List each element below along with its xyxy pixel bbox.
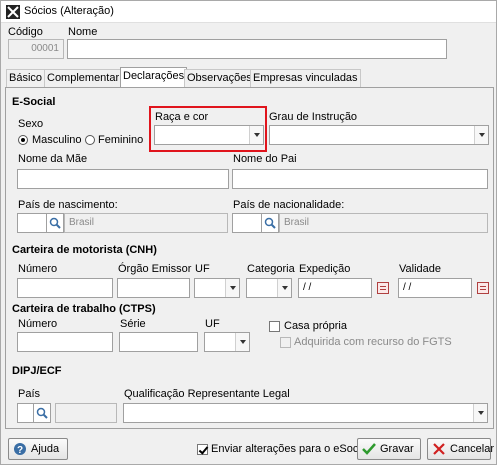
help-icon: ?	[14, 443, 26, 456]
gravar-button[interactable]: Gravar	[357, 438, 421, 460]
cnh-expedicao-field[interactable]: / /	[298, 278, 372, 298]
tab-complementar[interactable]: Complementar	[44, 69, 123, 87]
title-bar: Sócios (Alteração)	[1, 1, 496, 23]
search-icon	[36, 407, 48, 419]
casa-propria-label: Casa própria	[284, 320, 347, 332]
grau-instrucao-select[interactable]	[269, 125, 489, 145]
pais-nacionalidade-search-button[interactable]	[262, 213, 279, 233]
chevron-down-icon	[225, 279, 239, 297]
codigo-field: 00001	[8, 39, 64, 59]
ajuda-button[interactable]: ? Ajuda	[8, 438, 68, 460]
nome-pai-field[interactable]	[232, 169, 488, 189]
tab-basico[interactable]: Básico	[6, 69, 46, 87]
pais-nascimento-code[interactable]	[17, 213, 47, 233]
cnh-section-title: Carteira de motorista (CNH)	[12, 244, 157, 256]
sexo-masculino-label: Masculino	[32, 134, 82, 146]
calendar-icon[interactable]	[377, 282, 389, 294]
ctps-numero-label: Número	[18, 318, 58, 330]
ajuda-label: Ajuda	[31, 443, 60, 455]
codigo-label: Código	[8, 26, 43, 38]
nome-label: Nome	[68, 26, 98, 38]
tab-declaracoes[interactable]: Declarações	[120, 67, 188, 87]
chevron-down-icon	[235, 333, 249, 351]
window-title: Sócios (Alteração)	[24, 5, 114, 17]
cnh-validade-field[interactable]: / /	[398, 278, 472, 298]
cnh-validade-label: Validade	[399, 263, 441, 275]
dipj-pais-name	[55, 403, 117, 423]
svg-text:?: ?	[17, 445, 23, 456]
pais-nascimento-search-button[interactable]	[47, 213, 64, 233]
dialog-window: Sócios (Alteração) Código 00001 Nome Bás…	[0, 0, 497, 465]
sexo-label: Sexo	[18, 118, 44, 130]
enviar-esocial-checkbox[interactable]	[197, 444, 208, 455]
dipj-pais-search-button[interactable]	[34, 403, 51, 423]
ctps-section-title: Carteira de trabalho (CTPS)	[12, 303, 156, 315]
qualificacao-select[interactable]	[123, 403, 488, 423]
cnh-uf-label: UF	[195, 263, 210, 275]
nome-pai-label: Nome do Pai	[233, 153, 297, 165]
chevron-down-icon	[473, 404, 487, 422]
enviar-esocial-label: Enviar alterações para o eSocial	[211, 443, 370, 455]
cnh-categoria-select[interactable]	[246, 278, 292, 298]
tab-empresas-vinculadas[interactable]: Empresas vinculadas	[250, 69, 361, 87]
cnh-orgao-field[interactable]	[117, 278, 190, 298]
fgts-label: Adquirida com recurso do FGTS	[294, 336, 452, 348]
pais-nascimento-name: Brasil	[64, 213, 228, 233]
chevron-down-icon	[474, 126, 488, 144]
cnh-orgao-label: Órgão Emissor	[118, 263, 192, 275]
esocial-section-title: E-Social	[12, 96, 56, 108]
pais-nacionalidade-code[interactable]	[232, 213, 262, 233]
sexo-masculino-radio[interactable]	[18, 135, 28, 145]
ctps-numero-field[interactable]	[17, 332, 113, 352]
nome-mae-field[interactable]	[17, 169, 229, 189]
chevron-down-icon	[277, 279, 291, 297]
cnh-expedicao-label: Expedição	[299, 263, 351, 275]
checkmark-icon	[362, 443, 376, 455]
cancelar-button[interactable]: Cancelar	[427, 438, 495, 460]
qualificacao-label: Qualificação Representante Legal	[124, 388, 290, 400]
dipj-pais-label: País	[18, 388, 41, 400]
gravar-label: Gravar	[380, 443, 414, 455]
fgts-checkbox	[280, 337, 291, 348]
pais-nacionalidade-name: Brasil	[279, 213, 488, 233]
close-icon	[433, 443, 445, 455]
dipj-section-title: DIPJ/ECF	[12, 365, 62, 377]
cancelar-label: Cancelar	[450, 443, 495, 455]
cnh-numero-field[interactable]	[17, 278, 113, 298]
cnh-uf-select[interactable]	[194, 278, 240, 298]
casa-propria-checkbox[interactable]	[269, 321, 280, 332]
search-icon	[264, 217, 276, 229]
sexo-feminino-label: Feminino	[98, 134, 144, 146]
pais-nascimento-label: País de nascimento:	[18, 199, 118, 211]
nome-field[interactable]	[67, 39, 447, 59]
ctps-uf-select[interactable]	[204, 332, 250, 352]
sexo-feminino-radio[interactable]	[85, 135, 95, 145]
nome-mae-label: Nome da Mãe	[18, 153, 88, 165]
search-icon	[49, 217, 61, 229]
grau-instrucao-label: Grau de Instrução	[269, 111, 358, 123]
pais-nacionalidade-label: País de nacionalidade:	[233, 199, 345, 211]
ctps-serie-field[interactable]	[119, 332, 198, 352]
calendar-icon[interactable]	[477, 282, 489, 294]
tab-observacoes[interactable]: Observações	[184, 69, 255, 87]
app-icon	[6, 5, 20, 19]
ctps-serie-label: Série	[120, 318, 146, 330]
dipj-pais-code[interactable]	[17, 403, 34, 423]
ctps-uf-label: UF	[205, 318, 220, 330]
cnh-numero-label: Número	[18, 263, 58, 275]
cnh-categoria-label: Categoria	[247, 263, 295, 275]
highlight-box	[149, 106, 267, 152]
